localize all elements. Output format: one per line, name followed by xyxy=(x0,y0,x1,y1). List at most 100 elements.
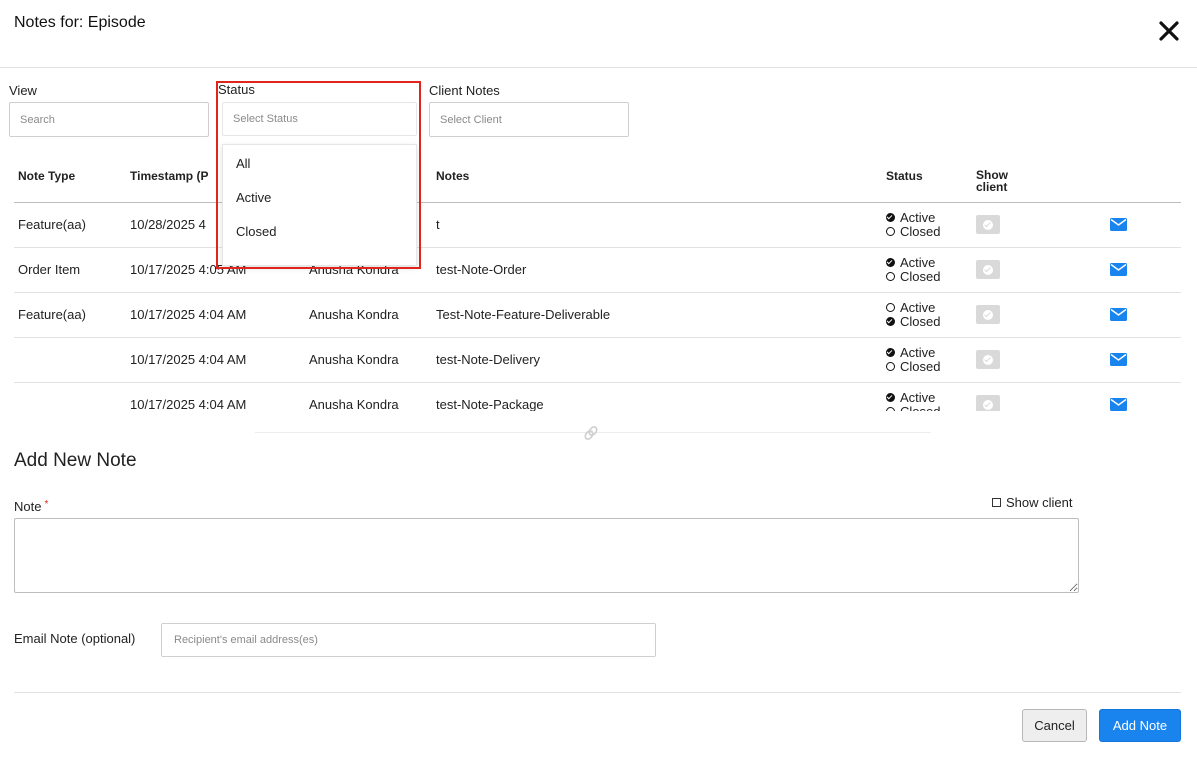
status-closed-radio[interactable]: Closed xyxy=(886,223,976,239)
add-note-button[interactable]: Add Note xyxy=(1099,709,1181,742)
author-cell: Anusha Kondra xyxy=(309,307,399,322)
note-label: Note * xyxy=(14,499,48,514)
view-search-input[interactable] xyxy=(9,102,209,137)
check-circle-icon xyxy=(886,212,895,222)
table-row: Feature(aa) 10/17/2025 4:04 AM Anusha Ko… xyxy=(14,293,1181,338)
status-option-all[interactable]: All xyxy=(223,147,416,181)
check-icon xyxy=(983,264,993,275)
col-note-type[interactable]: Note Type xyxy=(18,169,75,183)
timestamp-cell: 10/28/2025 4 xyxy=(130,217,206,232)
check-circle-icon xyxy=(886,257,895,267)
status-closed-radio[interactable]: Closed xyxy=(886,313,976,329)
view-label: View xyxy=(9,83,37,98)
status-dropdown-menu: All Active Closed xyxy=(222,144,417,266)
col-status[interactable]: Status xyxy=(886,169,923,183)
note-type-cell: Feature(aa) xyxy=(18,307,86,322)
status-active-radio[interactable]: Active xyxy=(886,389,976,405)
status-active-label: Active xyxy=(900,389,936,405)
status-cell: Active Closed xyxy=(886,390,976,411)
table-row: 10/17/2025 4:04 AM Anusha Kondra test-No… xyxy=(14,383,1181,411)
status-closed-radio[interactable]: Closed xyxy=(886,404,976,411)
col-timestamp[interactable]: Timestamp (P xyxy=(130,169,208,183)
timestamp-cell: 10/17/2025 4:04 AM xyxy=(130,397,247,411)
status-active-label: Active xyxy=(900,209,936,225)
timestamp-cell: 10/17/2025 4:04 AM xyxy=(130,352,247,367)
email-icon[interactable] xyxy=(1110,398,1127,411)
status-closed-label: Closed xyxy=(900,268,941,284)
status-closed-label: Closed xyxy=(900,403,941,412)
check-icon xyxy=(983,399,993,410)
email-icon[interactable] xyxy=(1110,308,1127,321)
notes-table-header: Note Type Timestamp (P Notes Status Show… xyxy=(14,160,1181,203)
status-option-closed[interactable]: Closed xyxy=(223,215,416,249)
status-closed-label: Closed xyxy=(900,358,941,374)
status-active-radio[interactable]: Active xyxy=(886,209,976,225)
client-notes-label: Client Notes xyxy=(429,83,500,98)
required-mark: * xyxy=(44,499,49,510)
status-cell: Active Closed xyxy=(886,344,976,374)
checkbox-icon xyxy=(992,498,1001,507)
email-recipients-input[interactable] xyxy=(161,623,656,657)
email-icon[interactable] xyxy=(1110,218,1127,231)
empty-circle-icon xyxy=(886,226,895,236)
empty-circle-icon xyxy=(886,271,895,281)
show-client-toggle[interactable] xyxy=(976,305,1000,324)
empty-circle-icon xyxy=(886,361,895,371)
footer-divider xyxy=(14,692,1181,693)
status-active-label: Active xyxy=(900,254,936,270)
status-cell: Active Closed xyxy=(886,299,976,329)
status-active-label: Active xyxy=(900,299,936,315)
check-circle-icon xyxy=(886,392,895,402)
note-cell: t xyxy=(436,217,440,232)
check-icon xyxy=(983,219,993,230)
check-icon xyxy=(983,309,993,320)
check-circle-icon xyxy=(886,316,895,326)
status-label: Status xyxy=(218,82,255,97)
show-client-toggle[interactable] xyxy=(976,260,1000,279)
close-icon[interactable] xyxy=(1157,19,1181,43)
status-closed-label: Closed xyxy=(900,313,941,329)
col-show-client[interactable]: Show client xyxy=(976,169,1008,193)
status-closed-label: Closed xyxy=(900,223,941,239)
modal-header: Notes for: Episode xyxy=(0,0,1197,68)
table-row: 10/17/2025 4:04 AM Anusha Kondra test-No… xyxy=(14,338,1181,383)
client-select-input[interactable] xyxy=(429,102,629,137)
note-textarea[interactable] xyxy=(14,518,1079,593)
status-cell: Active Closed xyxy=(886,209,976,239)
show-client-toggle[interactable] xyxy=(976,215,1000,234)
empty-circle-icon xyxy=(886,302,895,312)
status-closed-radio[interactable]: Closed xyxy=(886,358,976,374)
email-icon[interactable] xyxy=(1110,263,1127,276)
note-cell: Test-Note-Feature-Deliverable xyxy=(436,307,611,322)
status-select-input[interactable] xyxy=(222,102,417,136)
loading-spinner-icon xyxy=(584,426,598,440)
show-client-checkbox[interactable]: Show client xyxy=(992,495,1072,510)
status-cell: Active Closed xyxy=(886,254,976,284)
note-cell: test-Note-Delivery xyxy=(436,352,541,367)
note-cell: test-Note-Order xyxy=(436,262,527,277)
note-type-cell: Feature(aa) xyxy=(18,217,86,232)
check-icon xyxy=(983,354,993,365)
author-cell: Anusha Kondra xyxy=(309,352,399,367)
show-client-toggle[interactable] xyxy=(976,350,1000,369)
email-note-label: Email Note (optional) xyxy=(14,631,136,646)
note-type-cell: Order Item xyxy=(18,262,81,277)
author-cell: Anusha Kondra xyxy=(309,397,399,411)
notes-table-body: Feature(aa) 10/28/2025 4 t Active Closed… xyxy=(14,203,1181,411)
col-show-client-line2: client xyxy=(976,180,1008,194)
cancel-button[interactable]: Cancel xyxy=(1022,709,1087,742)
table-row: Feature(aa) 10/28/2025 4 t Active Closed xyxy=(14,203,1181,248)
show-client-toggle[interactable] xyxy=(976,395,1000,411)
email-icon[interactable] xyxy=(1110,353,1127,366)
status-active-label: Active xyxy=(900,344,936,360)
col-notes[interactable]: Notes xyxy=(436,169,469,183)
note-cell: test-Note-Package xyxy=(436,397,544,411)
status-option-active[interactable]: Active xyxy=(223,181,416,215)
note-label-text: Note xyxy=(14,499,42,514)
add-note-title: Add New Note xyxy=(14,450,137,471)
status-closed-radio[interactable]: Closed xyxy=(886,268,976,284)
status-active-radio[interactable]: Active xyxy=(886,299,976,315)
status-active-radio[interactable]: Active xyxy=(886,344,976,360)
status-active-radio[interactable]: Active xyxy=(886,254,976,270)
timestamp-cell: 10/17/2025 4:04 AM xyxy=(130,307,247,322)
